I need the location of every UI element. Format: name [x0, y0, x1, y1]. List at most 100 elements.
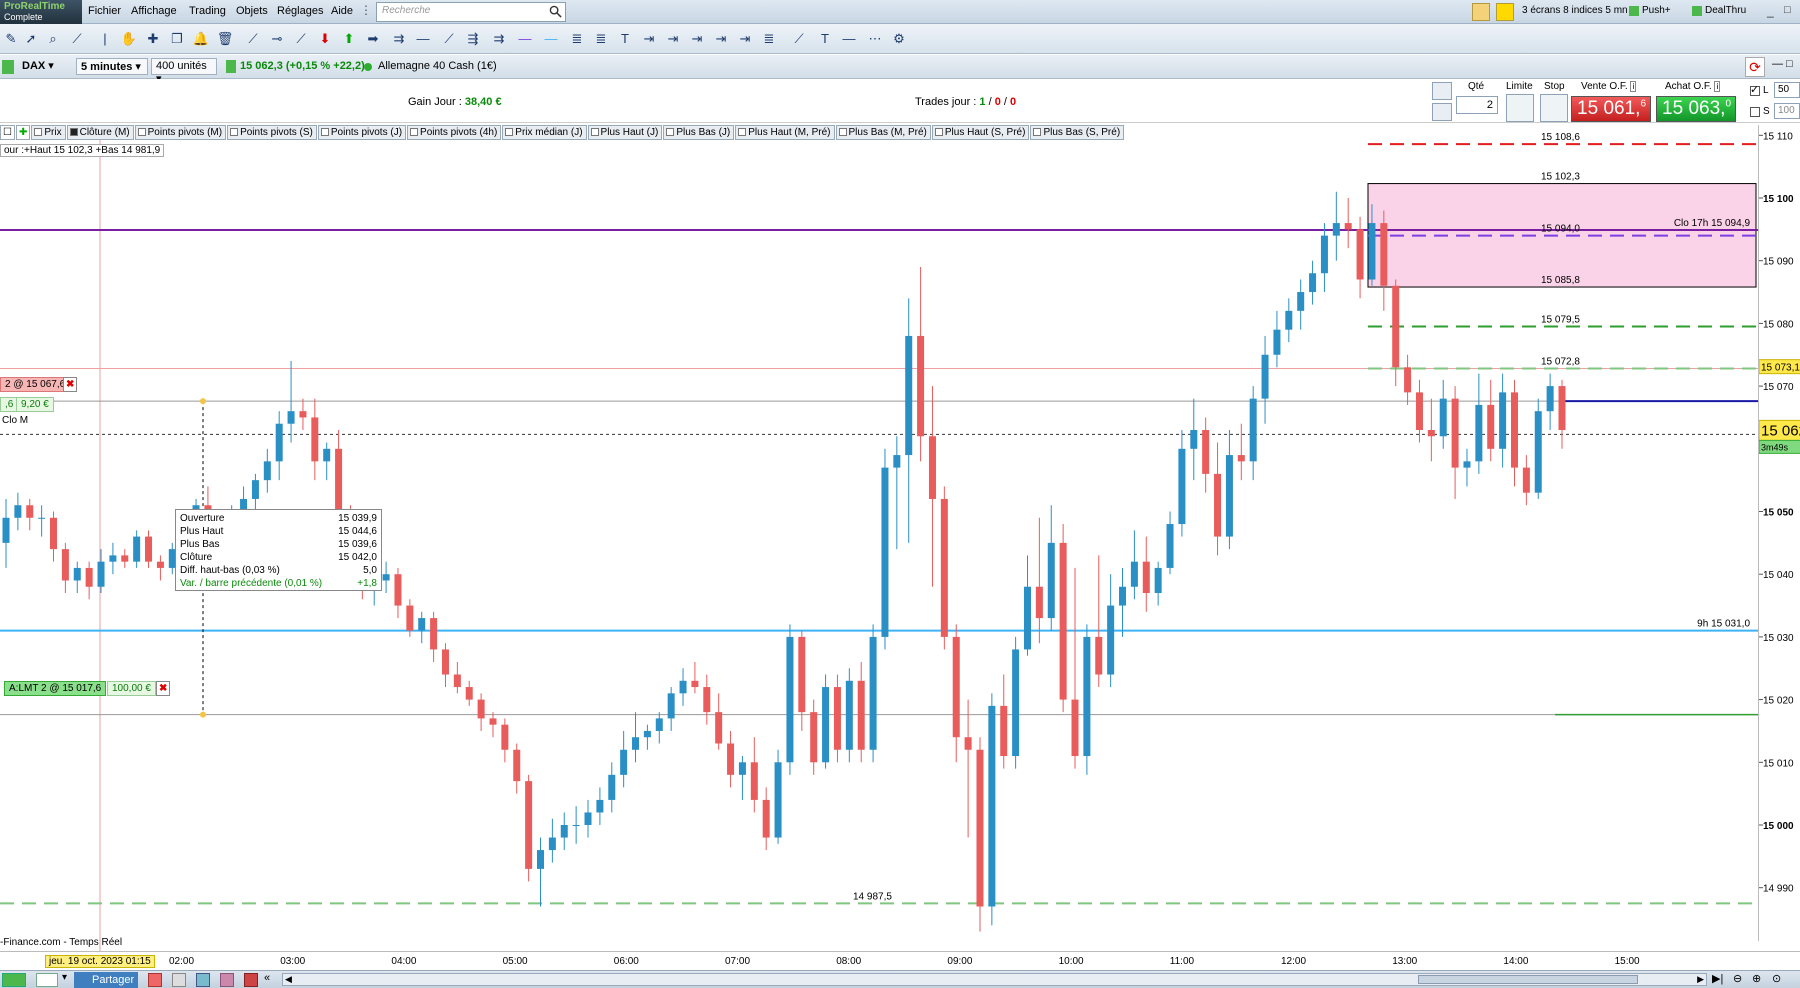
scroll-right-icon[interactable]: ▶: [1697, 974, 1704, 985]
settings-gear-icon[interactable]: ⚙: [890, 30, 908, 48]
pencil-icon[interactable]: ✎: [2, 30, 20, 48]
right-arrow-icon[interactable]: ➡: [364, 30, 382, 48]
indicator-tab[interactable]: Plus Haut (S, Pré): [931, 125, 1030, 140]
edit-workspace-icon[interactable]: [1472, 3, 1490, 21]
info-small-icon[interactable]: i: [1714, 81, 1721, 92]
hand-icon[interactable]: ✋: [120, 30, 138, 48]
cursor-icon[interactable]: ➚: [22, 30, 40, 48]
scroll-back-icon[interactable]: «: [264, 972, 270, 984]
info-small-icon[interactable]: i: [1630, 81, 1637, 92]
indicator-tab[interactable]: Prix: [31, 125, 66, 140]
limit-order-button[interactable]: [1506, 94, 1534, 122]
keyboard-icon[interactable]: [1432, 103, 1452, 121]
indicator-checkbox[interactable]: [320, 128, 329, 136]
indicator-checkbox[interactable]: [505, 128, 514, 136]
menu-overflow-icon[interactable]: ⋮: [360, 3, 372, 17]
tool-icon-5[interactable]: [244, 973, 258, 987]
indicator-collapse-icon[interactable]: ☐: [0, 125, 15, 140]
symbol-select[interactable]: DAX ▾: [18, 58, 72, 75]
l-value-input[interactable]: 50: [1774, 82, 1800, 98]
price-axis[interactable]: 15 110 15 100 15 090 15 080 15 070 15 050 15 0…: [1758, 125, 1800, 941]
cancel-limit-order-icon[interactable]: ✖: [156, 681, 171, 696]
scroll-end-icon[interactable]: ▶|: [1712, 972, 1723, 985]
more-tools-icon[interactable]: ⋯: [866, 30, 884, 48]
crosshair-icon[interactable]: ✚: [144, 30, 162, 48]
line-tool-icon[interactable]: ⟋: [244, 30, 262, 48]
segment-icon[interactable]: ⊸: [268, 30, 286, 48]
menu-affichage[interactable]: Affichage: [131, 5, 177, 17]
alert-bell-icon[interactable]: 🔔: [192, 30, 210, 48]
indicator-tab[interactable]: Points pivots (J): [317, 125, 407, 140]
buy-button[interactable]: 15 063,0: [1656, 96, 1736, 122]
chart-scrollbar[interactable]: ◀ ▶: [282, 973, 1707, 986]
horizontal-icon[interactable]: —: [840, 30, 858, 48]
scrollbar-thumb[interactable]: [1418, 975, 1638, 984]
zoom-out-icon[interactable]: ⊖: [1733, 972, 1742, 985]
indicator-tab[interactable]: Points pivots (M): [134, 125, 227, 140]
arrow-range3-icon[interactable]: ⇥: [688, 30, 706, 48]
indicator-tab[interactable]: Plus Haut (M, Pré): [735, 125, 835, 140]
tool-icon-4[interactable]: [220, 973, 234, 987]
indicator-checkbox[interactable]: [137, 128, 146, 136]
stop-order-button[interactable]: [1540, 94, 1568, 122]
stop-order-tag[interactable]: 2 @ 15 067,6: [0, 377, 71, 392]
tool-icon-1[interactable]: [148, 973, 162, 987]
arrow-range2-icon[interactable]: ⇥: [664, 30, 682, 48]
arrow-range-icon[interactable]: ⇥: [640, 30, 658, 48]
purple-line-icon[interactable]: —: [516, 30, 534, 48]
chevron-down-icon[interactable]: ▾: [62, 972, 67, 983]
menu-trading[interactable]: Trading: [189, 5, 226, 17]
indicator-tab[interactable]: Points pivots (S): [227, 125, 317, 140]
trendline-icon[interactable]: ⟋: [440, 30, 458, 48]
dealthru-menu[interactable]: DealThru: [1705, 5, 1746, 16]
tool-icon-3[interactable]: [196, 973, 210, 987]
menu-aide[interactable]: Aide: [331, 5, 353, 17]
indicator-checkbox[interactable]: [34, 128, 43, 136]
tool-icon-2[interactable]: [172, 973, 186, 987]
indicator-checkbox[interactable]: [738, 128, 747, 136]
notes-icon[interactable]: [1496, 3, 1514, 21]
indicator-checkbox[interactable]: [666, 128, 675, 136]
panel-minimize-icon[interactable]: —: [1772, 58, 1783, 70]
indicator-tab[interactable]: Plus Haut (J): [587, 125, 663, 140]
cancel-stop-order-icon[interactable]: ✖: [63, 377, 78, 392]
info-icon[interactable]: [226, 60, 236, 73]
sell-arrow-icon[interactable]: ⬇: [316, 30, 334, 48]
search-icon[interactable]: [549, 5, 562, 18]
s-value-input[interactable]: 100: [1774, 103, 1800, 119]
indicator-checkbox[interactable]: [838, 128, 847, 136]
units-select[interactable]: 400 unités ▾: [151, 58, 217, 85]
blue-line-icon[interactable]: —: [542, 30, 560, 48]
fibonacci-icon[interactable]: ≣: [568, 30, 586, 48]
refresh-icon[interactable]: ⟳: [1745, 57, 1765, 77]
channel-icon[interactable]: ⇉: [390, 30, 408, 48]
qty-input[interactable]: 2: [1456, 96, 1498, 114]
indicator-checkbox[interactable]: [69, 128, 78, 136]
channel2-icon[interactable]: ⇉: [490, 30, 508, 48]
indicator-checkbox[interactable]: [230, 128, 239, 136]
indicator-checkbox[interactable]: [410, 128, 419, 136]
buy-arrow-icon[interactable]: ⬆: [340, 30, 358, 48]
app-menu-icon[interactable]: [2, 973, 26, 987]
arrow-range4-icon[interactable]: ⇥: [712, 30, 730, 48]
panel-restore-icon[interactable]: □: [1786, 58, 1793, 70]
hline-icon[interactable]: —: [414, 30, 432, 48]
time-axis[interactable]: 02:00 03:00 04:00 05:00 06:00 07:00 08:00 09:00…: [0, 951, 1800, 970]
workspace-menu[interactable]: 3 écrans 8 indices 5 mn: [1522, 5, 1628, 16]
fib-fan-icon[interactable]: ≣: [592, 30, 610, 48]
link-color-icon[interactable]: [2, 60, 14, 74]
timeframe-select[interactable]: 5 minutes ▾: [76, 58, 148, 75]
indicator-tab[interactable]: Prix médian (J): [502, 125, 587, 140]
gann-icon[interactable]: ≣: [760, 30, 778, 48]
scroll-left-icon[interactable]: ◀: [285, 974, 292, 985]
indicator-add-icon[interactable]: ✚: [15, 125, 31, 140]
indicator-checkbox[interactable]: [934, 128, 943, 136]
s-checkbox[interactable]: [1750, 107, 1760, 117]
text-tool-icon[interactable]: T: [616, 30, 634, 48]
ruler-icon[interactable]: ⟋: [68, 30, 86, 48]
settings-icon[interactable]: [1432, 82, 1452, 100]
menu-fichier[interactable]: Fichier: [88, 5, 121, 17]
push-menu[interactable]: Push+: [1642, 5, 1671, 16]
indicator-tab[interactable]: Clôture (M): [66, 125, 134, 140]
indicator-tab[interactable]: Plus Bas (S, Pré): [1030, 125, 1125, 140]
